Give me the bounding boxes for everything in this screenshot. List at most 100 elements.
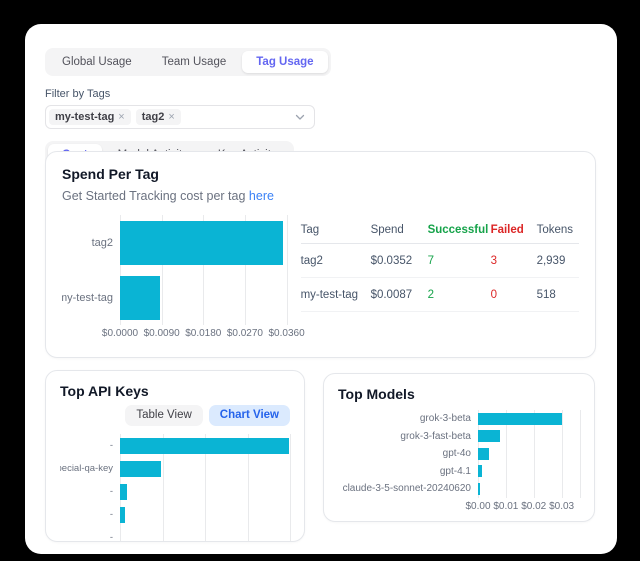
bar — [120, 276, 160, 320]
remove-tag-icon[interactable]: × — [118, 111, 124, 123]
spend-body: tag2my-test-tag$0.0000$0.0090$0.0180$0.0… — [62, 203, 579, 343]
cell-spend: $0.0352 — [371, 255, 428, 267]
bar — [478, 413, 562, 425]
category-label: - — [60, 503, 120, 526]
category-label: - — [60, 434, 120, 457]
bar — [120, 438, 289, 454]
top-models-card: Top Models grok-3-betagrok-3-fast-betagp… — [323, 373, 595, 522]
category-label: gpt-4o — [338, 445, 478, 463]
bar-row — [120, 457, 290, 480]
top-api-keys-card: Top API Keys Table View Chart View -peci… — [45, 370, 305, 542]
col-spend: Spend — [371, 224, 428, 236]
top-models-title: Top Models — [338, 386, 580, 402]
col-tokens: Tokens — [537, 224, 579, 236]
cell-tag: tag2 — [301, 255, 371, 267]
category-label: grok-3-beta — [338, 410, 478, 428]
spend-per-tag-card: Spend Per Tag Get Started Tracking cost … — [45, 151, 596, 358]
tag-chip[interactable]: my-test-tag × — [49, 109, 131, 125]
tag-chip[interactable]: tag2 × — [136, 109, 181, 125]
category-label: my-test-tag — [62, 270, 120, 325]
spend-per-tag-title: Spend Per Tag — [62, 166, 579, 182]
category-label: claude-3-5-sonnet-20240620 — [338, 480, 478, 498]
bar — [120, 221, 283, 265]
bar-row — [478, 410, 580, 428]
spend-per-tag-chart: tag2my-test-tag$0.0000$0.0090$0.0180$0.0… — [62, 215, 287, 343]
bar-row — [120, 434, 290, 457]
cell-tokens: 2,939 — [537, 255, 579, 267]
x-tick-label: $0.02 — [521, 501, 546, 512]
bar-row — [478, 480, 580, 498]
gridline — [290, 434, 291, 542]
y-axis-labels: grok-3-betagrok-3-fast-betagpt-4ogpt-4.1… — [338, 410, 478, 516]
spend-per-tag-subtitle: Get Started Tracking cost per tag here — [62, 189, 579, 203]
dashboard-panel: Global Usage Team Usage Tag Usage Filter… — [25, 24, 617, 554]
plot-area: $0.0000$0.0090$0.0180$0.0270$0.0360 — [120, 215, 287, 343]
tab-team-usage[interactable]: Team Usage — [148, 51, 241, 73]
plot-area — [120, 434, 290, 542]
x-tick-label: $0.01 — [493, 501, 518, 512]
table-row: my-test-tag $0.0087 2 0 518 — [301, 278, 579, 312]
x-tick-label: $0.03 — [549, 501, 574, 512]
bar — [120, 484, 127, 500]
plot-area: $0.00$0.01$0.02$0.03 — [478, 410, 580, 516]
here-link[interactable]: here — [249, 189, 274, 203]
y-axis-labels: tag2my-test-tag — [62, 215, 120, 343]
subtitle-text: Get Started Tracking cost per tag — [62, 189, 245, 203]
category-label: pecial-qa-key — [60, 457, 120, 480]
chevron-down-icon[interactable] — [294, 111, 306, 123]
bar — [478, 448, 489, 460]
x-tick-label: $0.0000 — [102, 328, 138, 339]
tab-tag-usage[interactable]: Tag Usage — [242, 51, 327, 73]
filter-by-tags-label: Filter by Tags — [45, 88, 597, 100]
bar-row — [120, 526, 290, 542]
bar — [478, 483, 480, 495]
table-header-row: Tag Spend Successful Failed Tokens — [301, 217, 579, 244]
tab-global-usage[interactable]: Global Usage — [48, 51, 146, 73]
x-tick-label: $0.00 — [465, 501, 490, 512]
tag-chip-label: tag2 — [142, 111, 165, 123]
usage-tabbar: Global Usage Team Usage Tag Usage — [45, 48, 331, 76]
remove-tag-icon[interactable]: × — [168, 111, 174, 123]
top-models-chart: grok-3-betagrok-3-fast-betagpt-4ogpt-4.1… — [338, 410, 580, 516]
cell-failed: 0 — [491, 289, 537, 301]
col-failed: Failed — [491, 224, 537, 236]
tag-chip-label: my-test-tag — [55, 111, 114, 123]
table-row: tag2 $0.0352 7 3 2,939 — [301, 244, 579, 278]
cell-tokens: 518 — [537, 289, 579, 301]
category-label: gpt-4.1 — [338, 463, 478, 481]
x-axis: $0.00$0.01$0.02$0.03 — [478, 501, 580, 516]
category-label: grok-3-fast-beta — [338, 428, 478, 446]
bar-row — [478, 428, 580, 446]
x-tick-label: $0.0090 — [144, 328, 180, 339]
x-tick-label: $0.0180 — [185, 328, 221, 339]
col-successful: Successful — [428, 224, 491, 236]
bar-row — [120, 215, 287, 270]
gridline — [287, 215, 288, 325]
tag-filter-select[interactable]: my-test-tag × tag2 × — [45, 105, 315, 129]
cell-successful: 7 — [428, 255, 491, 267]
bar — [120, 507, 125, 523]
cell-failed: 3 — [491, 255, 537, 267]
chart-view-button[interactable]: Chart View — [209, 405, 290, 426]
bar — [478, 465, 482, 477]
x-tick-label: $0.0270 — [227, 328, 263, 339]
category-label: - — [60, 526, 120, 542]
category-label: tag2 — [62, 215, 120, 270]
y-axis-labels: -pecial-qa-key--- — [60, 434, 120, 542]
bar-row — [120, 270, 287, 325]
bar — [478, 430, 500, 442]
cell-tag: my-test-tag — [301, 289, 371, 301]
x-axis: $0.0000$0.0090$0.0180$0.0270$0.0360 — [120, 328, 287, 343]
x-tick-label: $0.0360 — [268, 328, 304, 339]
table-view-button[interactable]: Table View — [125, 405, 202, 426]
top-api-keys-title: Top API Keys — [60, 383, 290, 399]
bar-row — [478, 463, 580, 481]
page: { "tabs": { "main": ["Global Usage", "Te… — [0, 0, 640, 561]
bar-row — [120, 503, 290, 526]
bar-row — [120, 480, 290, 503]
top-api-keys-chart: -pecial-qa-key--- — [60, 434, 290, 542]
category-label: - — [60, 480, 120, 503]
view-toggle: Table View Chart View — [60, 405, 290, 426]
bar — [120, 461, 161, 477]
col-tag: Tag — [301, 224, 371, 236]
